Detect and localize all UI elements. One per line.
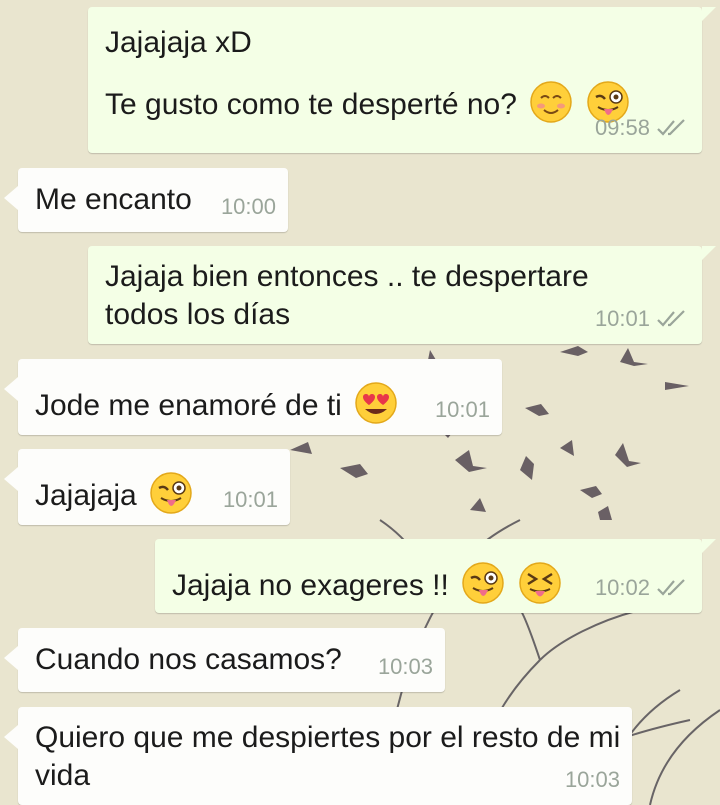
message-text: Jode me enamoré de ti: [35, 381, 398, 425]
winking-tongue-emoji-icon: [462, 562, 504, 604]
message-meta: 10:03: [378, 648, 433, 686]
message-meta: 10:01: [223, 481, 278, 519]
message-bubble-incoming[interactable]: Me encanto 10:00: [4, 168, 288, 232]
message-text: Jajajaja xD: [105, 26, 252, 59]
message-bubble-outgoing[interactable]: Jajaja no exageres !! 10:02: [155, 539, 716, 613]
message-bubble-outgoing[interactable]: Jajaja bien entonces .. te despertare to…: [88, 246, 716, 344]
message-text: Jajaja bien entonces .. te despertare to…: [105, 260, 597, 331]
message-time: 10:00: [220, 194, 276, 219]
message-meta: 10:03: [565, 761, 620, 799]
message-text: Quiero que me despiertes por el resto de…: [35, 721, 629, 792]
message-meta: 09:58: [595, 109, 690, 147]
message-meta: 10:00: [221, 188, 276, 226]
double-check-icon: [657, 119, 685, 136]
double-check-icon: [657, 579, 685, 596]
message-time: 10:01: [222, 487, 278, 512]
message-text: Te gusto como te desperté no?: [105, 80, 630, 124]
winking-tongue-emoji-icon: [150, 472, 192, 514]
message-meta: 10:02: [595, 569, 690, 607]
message-time: 10:03: [564, 767, 620, 792]
message-text: Jajaja no exageres !!: [172, 561, 562, 605]
message-meta: 10:01: [435, 391, 490, 429]
double-check-icon: [657, 310, 685, 327]
message-bubble-incoming[interactable]: Jode me enamoré de ti 10:01: [4, 359, 502, 435]
message-bubble-incoming[interactable]: Cuando nos casamos? 10:03: [4, 628, 445, 692]
message-time: 09:58: [594, 115, 650, 140]
heart-eyes-emoji-icon: [355, 382, 397, 424]
smiling-blush-emoji-icon: [530, 81, 573, 123]
message-bubble-incoming[interactable]: Jajajaja 10:01: [4, 449, 290, 525]
message-bubble-incoming[interactable]: Quiero que me despiertes por el resto de…: [4, 707, 632, 805]
message-time: 10:02: [594, 575, 650, 600]
message-text: Cuando nos casamos?: [35, 643, 342, 676]
message-text: Me encanto: [35, 183, 192, 216]
squinting-tongue-emoji-icon: [518, 562, 561, 604]
message-time: 10:01: [434, 397, 490, 422]
message-meta: 10:01: [595, 300, 690, 338]
message-bubble-outgoing[interactable]: Jajajaja xD Te gusto como te desperté no…: [88, 7, 716, 153]
message-text: Jajajaja: [35, 471, 193, 515]
message-time: 10:03: [377, 654, 433, 679]
message-time: 10:01: [594, 306, 650, 331]
